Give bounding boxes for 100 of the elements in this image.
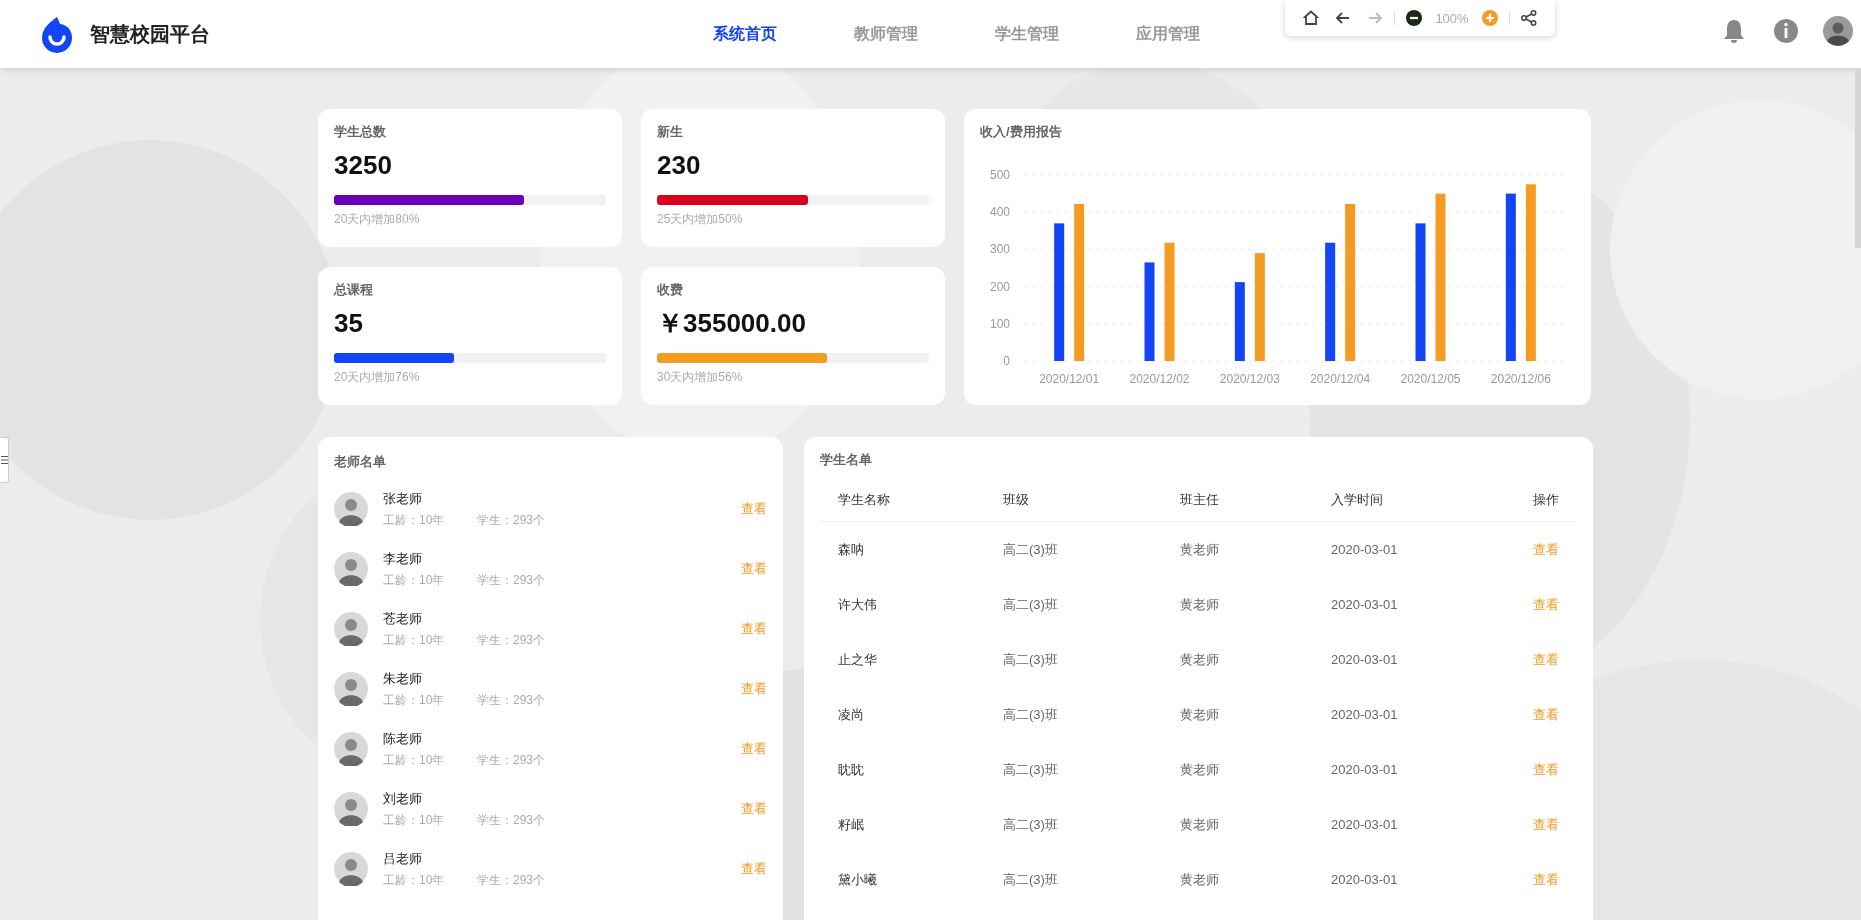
table-cell: 2020-03-01	[1331, 597, 1398, 612]
view-link[interactable]: 查看	[1533, 815, 1559, 834]
view-link[interactable]: 查看	[1533, 540, 1559, 559]
column-header: 班主任	[1180, 492, 1219, 507]
table-cell: 2020-03-01	[1331, 652, 1398, 667]
table-cell: 2020-03-01	[1331, 872, 1398, 887]
teacher-experience: 工龄：10年	[383, 751, 446, 769]
teacher-experience: 工龄：10年	[383, 871, 446, 889]
view-link[interactable]: 查看	[741, 740, 767, 758]
teacher-experience: 工龄：10年	[383, 631, 446, 649]
table-cell: 止之华	[838, 651, 877, 667]
axis-label: 2020/12/04	[1310, 372, 1371, 386]
teacher-experience: 工龄：10年	[383, 691, 446, 709]
column-header: 操作	[1533, 492, 1559, 507]
zoom-in-icon	[1480, 9, 1499, 27]
column-header: 入学时间	[1331, 492, 1383, 507]
teacher-students: 学生：293个	[477, 571, 546, 589]
view-link[interactable]: 查看	[741, 560, 767, 578]
stat-value: 3250	[334, 149, 393, 181]
table-cell: 2020-03-01	[1331, 817, 1398, 832]
stat-note: 25天内增加50%	[657, 211, 744, 228]
teacher-name: 陈老师	[383, 729, 423, 748]
view-link[interactable]: 查看	[1533, 595, 1559, 614]
menu-icon	[0, 455, 8, 465]
stat-note: 30天内增加56%	[657, 369, 744, 386]
table-cell: 黄老师	[1180, 761, 1219, 777]
axis-label: 2020/12/01	[1039, 372, 1100, 386]
table-cell: 高二(3)班	[1003, 816, 1058, 832]
table-cell: 许大伟	[838, 596, 877, 612]
stat-label: 学生总数	[334, 123, 387, 141]
zoom-level: 100%	[1435, 10, 1469, 26]
column-header: 学生名称	[838, 492, 890, 507]
table-cell: 森呐	[838, 541, 864, 557]
nav-tab[interactable]: 学生管理	[956, 0, 1097, 68]
axis-label: 200	[989, 279, 1010, 294]
view-link[interactable]: 查看	[741, 500, 767, 518]
stat-label: 总课程	[334, 281, 374, 299]
sidebar-toggle[interactable]	[0, 437, 9, 483]
teacher-name: 苍老师	[383, 609, 423, 628]
avatar	[334, 852, 368, 886]
axis-label: 100	[989, 316, 1010, 331]
stat-label: 收费	[657, 281, 684, 299]
view-link[interactable]: 查看	[741, 860, 767, 878]
view-link[interactable]: 查看	[741, 680, 767, 698]
table-cell: 黄老师	[1180, 596, 1219, 612]
view-link[interactable]: 查看	[1533, 705, 1559, 724]
avatar	[334, 792, 368, 826]
zoom-out-icon	[1405, 9, 1424, 27]
teacher-name: 吕老师	[383, 849, 423, 868]
nav-tab[interactable]: 教师管理	[815, 0, 956, 68]
teacher-students: 学生：293个	[477, 751, 546, 769]
view-link[interactable]: 查看	[741, 620, 767, 638]
teacher-name: 张老师	[383, 489, 423, 508]
table-cell: 高二(3)班	[1003, 541, 1058, 557]
teacher-experience: 工龄：10年	[383, 571, 446, 589]
teacher-students: 学生：293个	[477, 871, 546, 889]
panel-title: 学生名单	[820, 451, 873, 469]
axis-label: 0	[1003, 354, 1010, 368]
share-icon	[1519, 9, 1538, 27]
table-cell: 高二(3)班	[1003, 871, 1058, 887]
panel-title: 老师名单	[334, 453, 387, 471]
table-cell: 黄老师	[1180, 651, 1219, 667]
table-cell: 籽岷	[838, 816, 864, 832]
avatar	[334, 492, 368, 526]
teacher-name: 刘老师	[383, 789, 423, 808]
view-link[interactable]: 查看	[1533, 650, 1559, 669]
axis-label: 300	[989, 242, 1010, 257]
teacher-students: 学生：293个	[477, 511, 546, 529]
chart-title: 收入/费用报告	[980, 123, 1063, 141]
avatar	[334, 612, 368, 646]
scrollbar[interactable]	[1855, 68, 1861, 248]
axis-label: 2020/12/03	[1219, 372, 1280, 386]
teacher-name: 朱老师	[383, 669, 423, 688]
teacher-students: 学生：293个	[477, 631, 546, 649]
table-cell: 黄老师	[1180, 871, 1219, 887]
user-avatar[interactable]	[1823, 16, 1853, 46]
avatar	[334, 732, 368, 766]
table-cell: 高二(3)班	[1003, 651, 1058, 667]
table-cell: 黛小曦	[838, 871, 877, 887]
teacher-students: 学生：293个	[477, 811, 546, 829]
nav-tab[interactable]: 应用管理	[1097, 0, 1238, 68]
table-cell: 2020-03-01	[1331, 707, 1398, 722]
teacher-experience: 工龄：10年	[383, 811, 446, 829]
view-link[interactable]: 查看	[741, 800, 767, 818]
table-cell: 凌尚	[838, 706, 864, 722]
info-button[interactable]	[1771, 16, 1801, 46]
column-header: 班级	[1003, 492, 1029, 507]
stat-note: 20天内增加76%	[334, 369, 421, 386]
stat-value: 230	[657, 149, 702, 181]
table-cell: 高二(3)班	[1003, 706, 1058, 722]
stat-label: 新生	[657, 123, 684, 141]
table-cell: 眈眈	[838, 761, 864, 777]
table-cell: 高二(3)班	[1003, 761, 1058, 777]
view-link[interactable]: 查看	[1533, 870, 1559, 889]
avatar	[334, 672, 368, 706]
table-cell: 高二(3)班	[1003, 596, 1058, 612]
teacher-name: 李老师	[383, 549, 423, 568]
table-cell: 2020-03-01	[1331, 542, 1398, 557]
axis-label: 2020/12/05	[1400, 372, 1461, 386]
view-link[interactable]: 查看	[1533, 760, 1559, 779]
